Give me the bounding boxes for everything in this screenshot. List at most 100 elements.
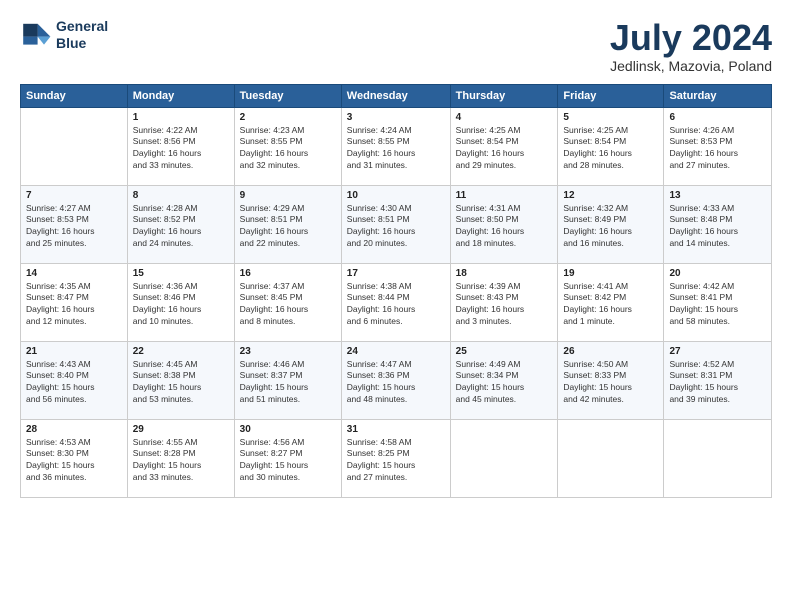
day-detail: Sunrise: 4:23 AM Sunset: 8:55 PM Dayligh… <box>240 125 336 173</box>
calendar-cell: 28 Sunrise: 4:53 AM Sunset: 8:30 PM Dayli… <box>21 419 128 497</box>
header: General Blue July 2024 Jedlinsk, Mazovia… <box>20 18 772 74</box>
calendar-cell: 5 Sunrise: 4:25 AM Sunset: 8:54 PM Daylig… <box>558 107 664 185</box>
day-detail: Sunrise: 4:25 AM Sunset: 8:54 PM Dayligh… <box>563 125 658 173</box>
day-number: 5 <box>563 112 658 123</box>
col-wednesday: Wednesday <box>341 84 450 107</box>
day-detail: Sunrise: 4:30 AM Sunset: 8:51 PM Dayligh… <box>347 203 445 251</box>
page: General Blue July 2024 Jedlinsk, Mazovia… <box>0 0 792 612</box>
col-thursday: Thursday <box>450 84 558 107</box>
day-detail: Sunrise: 4:28 AM Sunset: 8:52 PM Dayligh… <box>133 203 229 251</box>
calendar-row-3: 14Sunrise: 4:35 AM Sunset: 8:47 PM Dayli… <box>21 263 772 341</box>
day-detail: Sunrise: 4:47 AM Sunset: 8:36 PM Dayligh… <box>347 359 445 407</box>
calendar-cell: 6Sunrise: 4:26 AM Sunset: 8:53 PM Daylig… <box>664 107 772 185</box>
calendar-cell <box>21 107 128 185</box>
day-number: 22 <box>133 346 229 357</box>
day-number: 7 <box>26 190 122 201</box>
day-detail: Sunrise: 4:22 AM Sunset: 8:56 PM Dayligh… <box>133 125 229 173</box>
day-detail: Sunrise: 4:58 AM Sunset: 8:25 PM Dayligh… <box>347 437 445 485</box>
calendar-cell: 19Sunrise: 4:41 AM Sunset: 8:42 PM Dayli… <box>558 263 664 341</box>
day-number: 11 <box>456 190 553 201</box>
day-detail: Sunrise: 4:42 AM Sunset: 8:41 PM Dayligh… <box>669 281 766 329</box>
day-detail: Sunrise: 4:39 AM Sunset: 8:43 PM Dayligh… <box>456 281 553 329</box>
day-detail: Sunrise: 4:43 AM Sunset: 8:40 PM Dayligh… <box>26 359 122 407</box>
day-detail: Sunrise: 4:56 AM Sunset: 8:27 PM Dayligh… <box>240 437 336 485</box>
col-sunday: Sunday <box>21 84 128 107</box>
day-detail: Sunrise: 4:24 AM Sunset: 8:55 PM Dayligh… <box>347 125 445 173</box>
calendar-cell: 8 Sunrise: 4:28 AM Sunset: 8:52 PM Daylig… <box>127 185 234 263</box>
day-detail: Sunrise: 4:33 AM Sunset: 8:48 PM Dayligh… <box>669 203 766 251</box>
col-saturday: Saturday <box>664 84 772 107</box>
day-detail: Sunrise: 4:26 AM Sunset: 8:53 PM Dayligh… <box>669 125 766 173</box>
day-detail: Sunrise: 4:29 AM Sunset: 8:51 PM Dayligh… <box>240 203 336 251</box>
day-detail: Sunrise: 4:36 AM Sunset: 8:46 PM Dayligh… <box>133 281 229 329</box>
calendar-cell <box>664 419 772 497</box>
day-number: 14 <box>26 268 122 279</box>
calendar-cell: 24 Sunrise: 4:47 AM Sunset: 8:36 PM Dayli… <box>341 341 450 419</box>
day-number: 28 <box>26 424 122 435</box>
day-detail: Sunrise: 4:32 AM Sunset: 8:49 PM Dayligh… <box>563 203 658 251</box>
calendar-cell: 15 Sunrise: 4:36 AM Sunset: 8:46 PM Dayli… <box>127 263 234 341</box>
calendar-row-4: 21 Sunrise: 4:43 AM Sunset: 8:40 PM Dayli… <box>21 341 772 419</box>
calendar-cell: 7Sunrise: 4:27 AM Sunset: 8:53 PM Daylig… <box>21 185 128 263</box>
calendar-table: Sunday Monday Tuesday Wednesday Thursday… <box>20 84 772 498</box>
calendar-cell: 11 Sunrise: 4:31 AM Sunset: 8:50 PM Dayli… <box>450 185 558 263</box>
day-number: 29 <box>133 424 229 435</box>
calendar-cell: 4 Sunrise: 4:25 AM Sunset: 8:54 PM Daylig… <box>450 107 558 185</box>
calendar-cell: 16 Sunrise: 4:37 AM Sunset: 8:45 PM Dayli… <box>234 263 341 341</box>
day-number: 16 <box>240 268 336 279</box>
day-number: 17 <box>347 268 445 279</box>
calendar-cell: 26Sunrise: 4:50 AM Sunset: 8:33 PM Dayli… <box>558 341 664 419</box>
day-number: 4 <box>456 112 553 123</box>
day-detail: Sunrise: 4:25 AM Sunset: 8:54 PM Dayligh… <box>456 125 553 173</box>
calendar-row-1: 1Sunrise: 4:22 AM Sunset: 8:56 PM Daylig… <box>21 107 772 185</box>
day-number: 13 <box>669 190 766 201</box>
day-number: 15 <box>133 268 229 279</box>
calendar-cell: 13 Sunrise: 4:33 AM Sunset: 8:48 PM Dayli… <box>664 185 772 263</box>
calendar-cell: 30 Sunrise: 4:56 AM Sunset: 8:27 PM Dayli… <box>234 419 341 497</box>
day-number: 12 <box>563 190 658 201</box>
day-number: 27 <box>669 346 766 357</box>
calendar-cell: 18 Sunrise: 4:39 AM Sunset: 8:43 PM Dayli… <box>450 263 558 341</box>
calendar-cell: 23Sunrise: 4:46 AM Sunset: 8:37 PM Dayli… <box>234 341 341 419</box>
day-number: 30 <box>240 424 336 435</box>
logo-icon <box>20 19 52 51</box>
logo-blue: Blue <box>56 35 108 52</box>
calendar-cell: 17Sunrise: 4:38 AM Sunset: 8:44 PM Dayli… <box>341 263 450 341</box>
calendar-cell: 2 Sunrise: 4:23 AM Sunset: 8:55 PM Daylig… <box>234 107 341 185</box>
day-number: 25 <box>456 346 553 357</box>
calendar-cell: 3Sunrise: 4:24 AM Sunset: 8:55 PM Daylig… <box>341 107 450 185</box>
day-number: 31 <box>347 424 445 435</box>
day-detail: Sunrise: 4:50 AM Sunset: 8:33 PM Dayligh… <box>563 359 658 407</box>
day-number: 20 <box>669 268 766 279</box>
month-title: July 2024 <box>610 18 772 58</box>
calendar-cell: 29Sunrise: 4:55 AM Sunset: 8:28 PM Dayli… <box>127 419 234 497</box>
calendar-cell: 22 Sunrise: 4:45 AM Sunset: 8:38 PM Dayli… <box>127 341 234 419</box>
col-monday: Monday <box>127 84 234 107</box>
day-detail: Sunrise: 4:52 AM Sunset: 8:31 PM Dayligh… <box>669 359 766 407</box>
calendar-row-5: 28 Sunrise: 4:53 AM Sunset: 8:30 PM Dayli… <box>21 419 772 497</box>
calendar-cell: 20 Sunrise: 4:42 AM Sunset: 8:41 PM Dayli… <box>664 263 772 341</box>
day-number: 23 <box>240 346 336 357</box>
calendar-row-2: 7Sunrise: 4:27 AM Sunset: 8:53 PM Daylig… <box>21 185 772 263</box>
title-block: July 2024 Jedlinsk, Mazovia, Poland <box>610 18 772 74</box>
day-detail: Sunrise: 4:45 AM Sunset: 8:38 PM Dayligh… <box>133 359 229 407</box>
day-number: 19 <box>563 268 658 279</box>
location-subtitle: Jedlinsk, Mazovia, Poland <box>610 58 772 74</box>
logo: General Blue <box>20 18 108 52</box>
day-number: 18 <box>456 268 553 279</box>
calendar-cell: 9Sunrise: 4:29 AM Sunset: 8:51 PM Daylig… <box>234 185 341 263</box>
day-detail: Sunrise: 4:53 AM Sunset: 8:30 PM Dayligh… <box>26 437 122 485</box>
day-number: 21 <box>26 346 122 357</box>
calendar-cell: 27 Sunrise: 4:52 AM Sunset: 8:31 PM Dayli… <box>664 341 772 419</box>
day-detail: Sunrise: 4:31 AM Sunset: 8:50 PM Dayligh… <box>456 203 553 251</box>
col-friday: Friday <box>558 84 664 107</box>
day-number: 2 <box>240 112 336 123</box>
calendar-cell: 25Sunrise: 4:49 AM Sunset: 8:34 PM Dayli… <box>450 341 558 419</box>
col-tuesday: Tuesday <box>234 84 341 107</box>
day-number: 8 <box>133 190 229 201</box>
calendar-cell: 1Sunrise: 4:22 AM Sunset: 8:56 PM Daylig… <box>127 107 234 185</box>
day-detail: Sunrise: 4:37 AM Sunset: 8:45 PM Dayligh… <box>240 281 336 329</box>
calendar-cell: 31 Sunrise: 4:58 AM Sunset: 8:25 PM Dayli… <box>341 419 450 497</box>
calendar-cell: 21 Sunrise: 4:43 AM Sunset: 8:40 PM Dayli… <box>21 341 128 419</box>
day-number: 24 <box>347 346 445 357</box>
